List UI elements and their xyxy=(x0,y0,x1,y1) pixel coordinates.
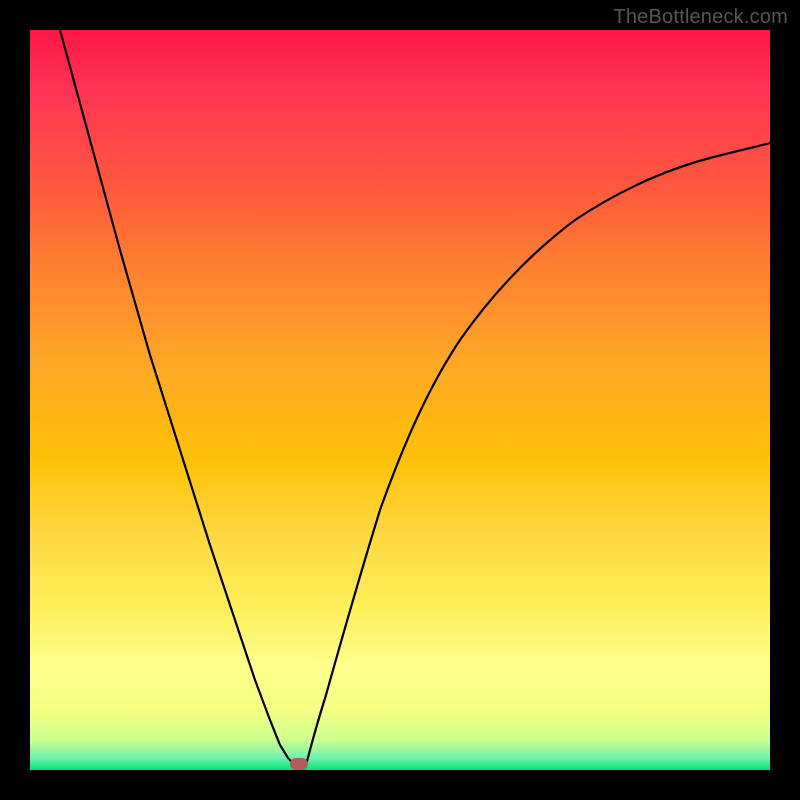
left-curve-branch xyxy=(60,30,302,767)
bottleneck-curve xyxy=(30,30,770,770)
watermark-text: TheBottleneck.com xyxy=(613,6,788,29)
min-point-marker xyxy=(290,758,308,770)
right-curve-branch xyxy=(306,143,770,765)
